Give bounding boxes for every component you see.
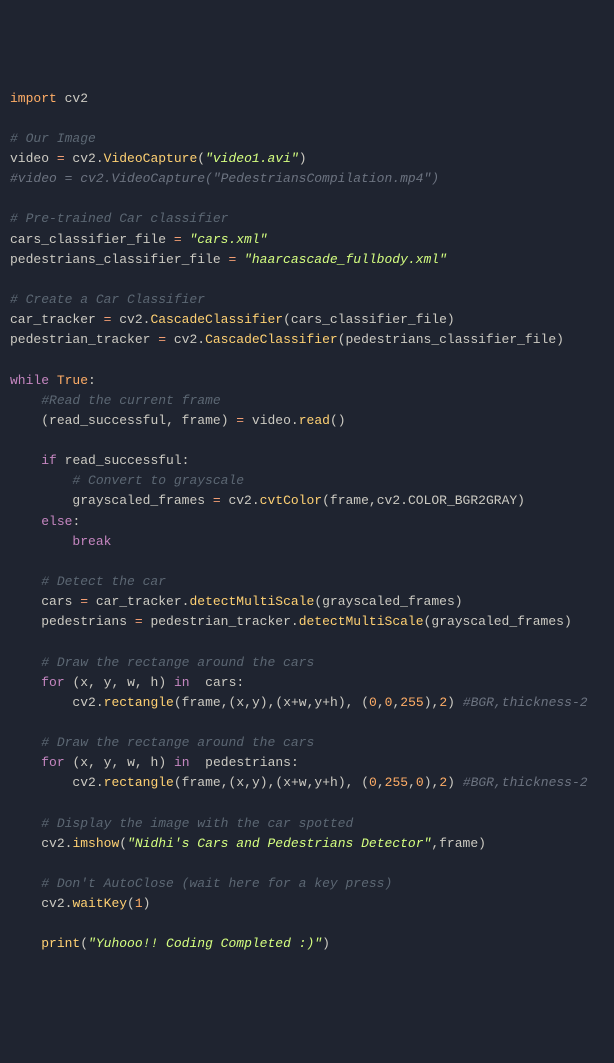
iter: pedestrians: [205, 755, 291, 770]
keyword-for: for: [41, 675, 64, 690]
var: video: [10, 151, 49, 166]
comment: # Draw the rectange around the cars: [41, 735, 314, 750]
obj: pedestrian_tracker: [150, 614, 290, 629]
arg: frame: [439, 836, 478, 851]
fn: rectangle: [104, 695, 174, 710]
comment: # Pre-trained Car classifier: [10, 211, 228, 226]
var: pedestrians_classifier_file: [10, 252, 221, 267]
comment: # Convert to grayscale: [72, 473, 244, 488]
keyword-if: if: [41, 453, 57, 468]
arg: frame: [182, 695, 221, 710]
var: pedestrians: [41, 614, 127, 629]
op: =: [96, 312, 119, 327]
arg: pedestrians_classifier_file: [346, 332, 557, 347]
paren: ): [299, 151, 307, 166]
fn: CascadeClassifier: [205, 332, 338, 347]
string: "Nidhi's Cars and Pedestrians Detector": [127, 836, 431, 851]
var: x: [80, 675, 88, 690]
dot: .: [96, 151, 104, 166]
keyword-in: in: [174, 755, 190, 770]
keyword-import: import: [10, 91, 57, 106]
op: =: [166, 232, 189, 247]
cond: read_successful: [65, 453, 182, 468]
comment: # Detect the car: [41, 574, 166, 589]
fn: read: [299, 413, 330, 428]
iter: cars: [205, 675, 236, 690]
var: cars_classifier_file: [10, 232, 166, 247]
string: "Yuhooo!! Coding Completed :)": [88, 936, 322, 951]
var: video: [252, 413, 291, 428]
keyword-for: for: [41, 755, 64, 770]
fn: VideoCapture: [104, 151, 198, 166]
var: grayscaled_frames: [72, 493, 205, 508]
fn: rectangle: [104, 775, 174, 790]
var: read_successful: [49, 413, 166, 428]
op: =: [150, 332, 173, 347]
comment: #Read the current frame: [41, 393, 220, 408]
arg: frame: [330, 493, 369, 508]
var: car_tracker: [10, 312, 96, 327]
string: "video1.avi": [205, 151, 299, 166]
fn: CascadeClassifier: [150, 312, 283, 327]
keyword-while: while: [10, 373, 49, 388]
const: COLOR_BGR2GRAY: [408, 493, 517, 508]
fn-print: print: [41, 936, 80, 951]
num: 2: [439, 695, 447, 710]
fn: waitKey: [72, 896, 127, 911]
keyword-else: else: [41, 514, 72, 529]
comment: # Draw the rectange around the cars: [41, 655, 314, 670]
obj: car_tracker: [96, 594, 182, 609]
var: cars: [41, 594, 72, 609]
arg: cv2: [377, 493, 400, 508]
keyword-in: in: [174, 675, 190, 690]
num: 255: [400, 695, 423, 710]
num: 0: [369, 695, 377, 710]
fn: imshow: [72, 836, 119, 851]
var: w: [127, 675, 135, 690]
comment: #BGR,thickness-2: [463, 775, 588, 790]
fn: detectMultiScale: [189, 594, 314, 609]
var: frame: [182, 413, 221, 428]
arg: grayscaled_frames: [322, 594, 455, 609]
var: pedestrian_tracker: [10, 332, 150, 347]
module-cv2: cv2: [65, 91, 88, 106]
string: "haarcascade_fullbody.xml": [244, 252, 447, 267]
arg: grayscaled_frames: [431, 614, 564, 629]
op: =: [221, 252, 244, 267]
comment: # Our Image: [10, 131, 96, 146]
comment: #video = cv2.VideoCapture("PedestriansCo…: [10, 171, 439, 186]
keyword-break: break: [72, 534, 111, 549]
op: =: [49, 151, 72, 166]
code-editor: import cv2 # Our Image video = cv2.Video…: [10, 89, 604, 955]
bool-true: True: [57, 373, 88, 388]
num: 1: [135, 896, 143, 911]
comment: #BGR,thickness-2: [463, 695, 588, 710]
comment: # Display the image with the car spotted: [41, 816, 353, 831]
obj: cv2: [119, 312, 142, 327]
fn: detectMultiScale: [299, 614, 424, 629]
fn: cvtColor: [260, 493, 322, 508]
string: "cars.xml": [189, 232, 267, 247]
paren: (: [197, 151, 205, 166]
comment: # Create a Car Classifier: [10, 292, 205, 307]
arg: cars_classifier_file: [291, 312, 447, 327]
obj: cv2: [72, 151, 95, 166]
comment: # Don't AutoClose (wait here for a key p…: [41, 876, 392, 891]
